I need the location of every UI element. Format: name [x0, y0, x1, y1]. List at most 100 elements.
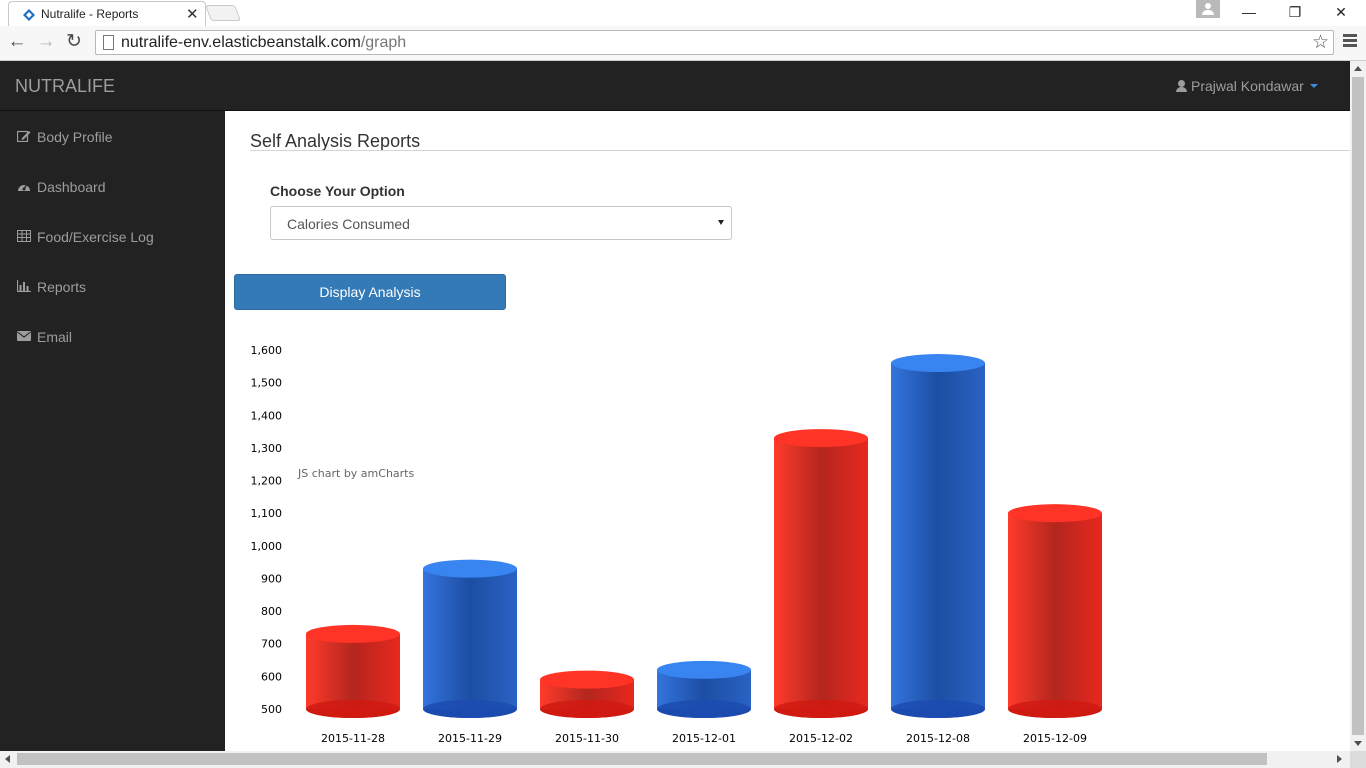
- scroll-right-icon[interactable]: [1337, 755, 1342, 763]
- sidebar-item-dashboard[interactable]: Dashboard: [0, 161, 225, 211]
- user-name: Prajwal Kondawar: [1191, 78, 1304, 94]
- page-title: Self Analysis Reports: [250, 131, 421, 151]
- y-tick-label: 1,000: [251, 540, 283, 553]
- bar-top-cap: [657, 660, 751, 679]
- y-tick-label: 600: [261, 670, 282, 683]
- y-tick-label: 1,600: [251, 344, 283, 357]
- horizontal-scrollbar[interactable]: [0, 751, 1350, 768]
- bar-bottom-cap: [306, 700, 400, 718]
- new-tab-button[interactable]: [205, 5, 241, 21]
- restore-icon[interactable]: ❐: [1283, 2, 1307, 22]
- sidebar-item-label: Food/Exercise Log: [37, 229, 154, 245]
- bar-body: [306, 633, 400, 709]
- title-divider: [250, 150, 1350, 151]
- selected-option: Calories Consumed: [287, 216, 410, 232]
- x-tick-label: 2015-11-28: [321, 732, 385, 745]
- browser-tab[interactable]: Nutralife - Reports ✕: [8, 1, 206, 26]
- y-tick-label: 900: [261, 572, 282, 585]
- bar-body: [423, 568, 517, 709]
- url-text: nutralife-env.elasticbeanstalk.com/graph: [121, 34, 406, 52]
- scroll-left-icon[interactable]: [5, 755, 10, 763]
- chart-bar[interactable]: [774, 429, 868, 718]
- chart-bar[interactable]: [306, 624, 400, 718]
- browser-toolbar: ← → ↻ nutralife-env.elasticbeanstalk.com…: [0, 26, 1366, 61]
- report-option-select[interactable]: Calories Consumed: [270, 206, 732, 240]
- bar-top-cap: [774, 429, 868, 448]
- scroll-up-icon[interactable]: [1354, 66, 1362, 71]
- user-icon: [1176, 80, 1187, 92]
- bar-bottom-cap: [540, 700, 634, 718]
- forward-arrow-icon[interactable]: →: [35, 31, 57, 53]
- caret-down-icon: [1309, 84, 1318, 88]
- y-tick-label: 800: [261, 605, 282, 618]
- bar-top-cap: [306, 624, 400, 643]
- page-icon: [103, 35, 114, 50]
- sidebar: Body Profile Dashboard Food/Exercise Log…: [0, 111, 225, 751]
- sidebar-item-reports[interactable]: Reports: [0, 261, 225, 311]
- y-tick-label: 1,400: [251, 409, 283, 422]
- bookmark-star-icon[interactable]: ☆: [1312, 31, 1329, 54]
- calories-chart: 500 600 700 800 900 1,000 1,100 1,200 1,300 1,400…: [251, 344, 1102, 745]
- y-tick-label: 1,500: [251, 377, 283, 390]
- reload-icon[interactable]: ↻: [63, 31, 85, 53]
- chart-bar[interactable]: [657, 660, 751, 718]
- tab-close-icon[interactable]: ✕: [186, 5, 199, 23]
- bar-top-cap: [540, 670, 634, 689]
- x-tick-label: 2015-11-30: [555, 732, 619, 745]
- browser-profile-icon[interactable]: [1196, 0, 1220, 18]
- chart-bar[interactable]: [423, 559, 517, 718]
- brand-logo[interactable]: NUTRALIFE: [15, 76, 115, 97]
- back-arrow-icon[interactable]: ←: [6, 31, 28, 53]
- sidebar-item-label: Email: [37, 329, 73, 345]
- x-tick-label: 2015-12-09: [1023, 732, 1087, 745]
- bar-top-cap: [423, 559, 517, 578]
- bar-chart-icon: [17, 280, 31, 292]
- x-axis: 2015-11-28 2015-11-29 2015-11-30 2015-12-01…: [321, 732, 1087, 745]
- bar-body: [891, 363, 985, 709]
- address-bar[interactable]: nutralife-env.elasticbeanstalk.com/graph…: [95, 30, 1334, 55]
- bar-bottom-cap: [423, 700, 517, 718]
- amcharts-credit[interactable]: JS chart by amCharts: [297, 467, 414, 480]
- x-tick-label: 2015-12-02: [789, 732, 853, 745]
- scroll-down-icon[interactable]: [1354, 741, 1362, 746]
- url-host: nutralife-env.elasticbeanstalk.com: [121, 34, 361, 51]
- bar-bottom-cap: [891, 700, 985, 718]
- dashboard-icon: [18, 183, 30, 191]
- sidebar-item-body-profile[interactable]: Body Profile: [0, 111, 225, 161]
- bar-bottom-cap: [1008, 700, 1102, 718]
- chart-bar[interactable]: [891, 354, 985, 718]
- vertical-scroll-thumb[interactable]: [1352, 77, 1364, 735]
- window-close-icon[interactable]: ✕: [1329, 2, 1353, 22]
- y-tick-label: 1,300: [251, 442, 283, 455]
- x-tick-label: 2015-12-01: [672, 732, 736, 745]
- x-tick-label: 2015-11-29: [438, 732, 502, 745]
- chart-bar[interactable]: [1008, 504, 1102, 718]
- chart-bar[interactable]: [540, 670, 634, 718]
- y-axis: 500 600 700 800 900 1,000 1,100 1,200 1,300 1,400…: [251, 344, 283, 716]
- dropdown-arrow-icon: [718, 220, 724, 225]
- y-tick-label: 500: [261, 703, 282, 716]
- minimize-icon[interactable]: —: [1237, 2, 1261, 22]
- main-content: Self Analysis Reports Choose Your Option…: [225, 111, 1350, 751]
- bar-top-cap: [1008, 504, 1102, 523]
- display-analysis-button[interactable]: Display Analysis: [234, 274, 506, 310]
- browser-menu-icon[interactable]: [1343, 32, 1357, 52]
- sidebar-item-label: Reports: [37, 279, 87, 295]
- edit-icon: [17, 130, 31, 142]
- tab-title: Nutralife - Reports: [41, 7, 139, 21]
- sidebar-item-email[interactable]: Email: [0, 311, 225, 361]
- table-icon: [17, 230, 31, 242]
- bar-body: [1008, 513, 1102, 709]
- chart-bars: [306, 354, 1102, 718]
- bar-body: [774, 438, 868, 709]
- vertical-scrollbar[interactable]: [1350, 61, 1366, 751]
- y-tick-label: 700: [261, 638, 282, 651]
- horizontal-scroll-thumb[interactable]: [17, 753, 1267, 765]
- sidebar-item-food-exercise-log[interactable]: Food/Exercise Log: [0, 211, 225, 261]
- envelope-icon: [17, 331, 31, 341]
- scroll-corner: [1350, 751, 1366, 768]
- nutralife-favicon-icon: [23, 9, 35, 21]
- user-menu[interactable]: Prajwal Kondawar: [1176, 78, 1318, 94]
- x-tick-label: 2015-12-08: [906, 732, 970, 745]
- bar-bottom-cap: [774, 700, 868, 718]
